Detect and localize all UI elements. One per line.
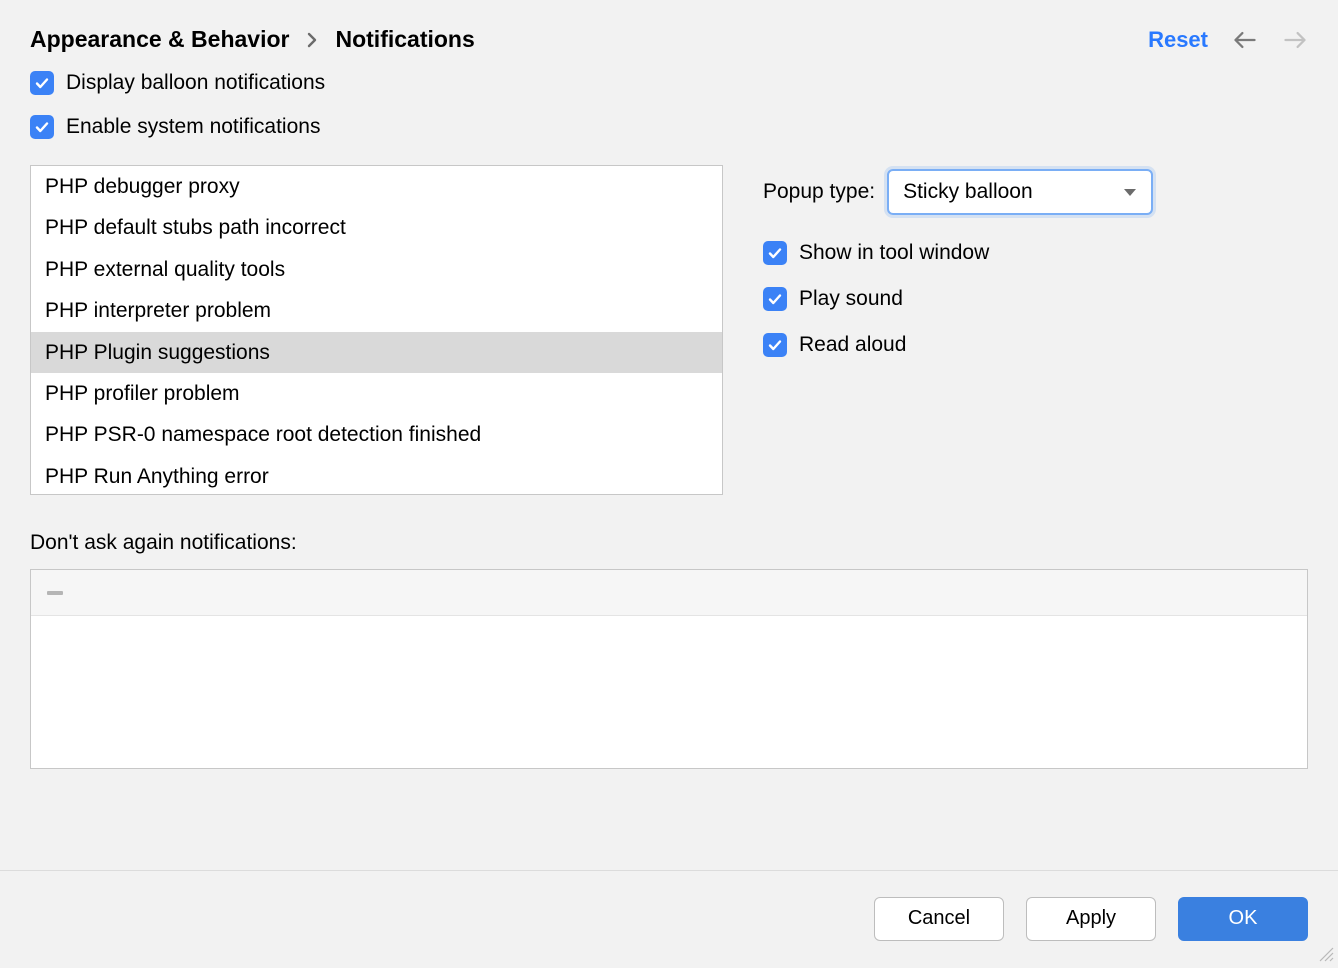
dialog-footer: Cancel Apply OK <box>0 870 1338 966</box>
dont-ask-toolbar <box>31 570 1307 616</box>
nav-back-icon[interactable] <box>1232 27 1258 53</box>
settings-header: Appearance & Behavior Notifications Rese… <box>0 0 1338 71</box>
popup-type-row: Popup type: Sticky balloon <box>763 169 1308 215</box>
checkbox-checked-icon <box>30 71 54 95</box>
checkbox-checked-icon <box>763 241 787 265</box>
global-notification-toggles: Display balloon notifications Enable sys… <box>0 71 1338 139</box>
breadcrumb: Appearance & Behavior Notifications <box>30 26 475 53</box>
list-item[interactable]: PHP profiler problem <box>31 373 722 414</box>
ok-button[interactable]: OK <box>1178 897 1308 941</box>
dont-ask-again-section: Don't ask again notifications: <box>0 495 1338 769</box>
notification-types-list[interactable]: PHP debugger proxy PHP default stubs pat… <box>30 165 723 495</box>
checkbox-checked-icon <box>763 333 787 357</box>
display-balloon-checkbox[interactable]: Display balloon notifications <box>30 71 1308 95</box>
breadcrumb-parent[interactable]: Appearance & Behavior <box>30 26 289 53</box>
list-item[interactable]: PHP debugger proxy <box>31 166 722 207</box>
cancel-button[interactable]: Cancel <box>874 897 1004 941</box>
play-sound-label: Play sound <box>799 287 903 311</box>
checkbox-checked-icon <box>30 115 54 139</box>
list-item[interactable]: PHP Run Anything error <box>31 456 722 495</box>
popup-type-label: Popup type: <box>763 180 875 204</box>
enable-system-label: Enable system notifications <box>66 115 320 139</box>
notification-config-row: PHP debugger proxy PHP default stubs pat… <box>0 159 1338 495</box>
play-sound-checkbox[interactable]: Play sound <box>763 287 1308 311</box>
list-item[interactable]: PHP external quality tools <box>31 249 722 290</box>
list-item[interactable]: PHP PSR-0 namespace root detection finis… <box>31 414 722 455</box>
apply-button[interactable]: Apply <box>1026 897 1156 941</box>
notification-option-checks: Show in tool window Play sound Read alou… <box>763 241 1308 357</box>
resize-grip-icon[interactable] <box>1316 944 1334 962</box>
enable-system-checkbox[interactable]: Enable system notifications <box>30 115 1308 139</box>
header-actions: Reset <box>1148 27 1308 53</box>
popup-type-select[interactable]: Sticky balloon <box>887 169 1153 215</box>
dont-ask-again-label: Don't ask again notifications: <box>30 531 1308 555</box>
checkbox-checked-icon <box>763 287 787 311</box>
read-aloud-label: Read aloud <box>799 333 906 357</box>
show-in-tool-window-checkbox[interactable]: Show in tool window <box>763 241 1308 265</box>
breadcrumb-current: Notifications <box>335 26 474 53</box>
list-item-selected[interactable]: PHP Plugin suggestions <box>31 332 722 373</box>
notification-settings-panel: Popup type: Sticky balloon Show in tool … <box>763 165 1308 495</box>
chevron-right-icon <box>307 32 317 48</box>
show-in-tool-window-label: Show in tool window <box>799 241 989 265</box>
popup-type-value: Sticky balloon <box>903 180 1033 204</box>
display-balloon-label: Display balloon notifications <box>66 71 325 95</box>
read-aloud-checkbox[interactable]: Read aloud <box>763 333 1308 357</box>
dont-ask-again-list[interactable] <box>30 569 1308 769</box>
list-item[interactable]: PHP default stubs path incorrect <box>31 207 722 248</box>
reset-button[interactable]: Reset <box>1148 27 1208 53</box>
remove-icon[interactable] <box>47 591 63 595</box>
list-item[interactable]: PHP interpreter problem <box>31 290 722 331</box>
nav-forward-icon[interactable] <box>1282 27 1308 53</box>
chevron-down-icon <box>1123 180 1137 204</box>
